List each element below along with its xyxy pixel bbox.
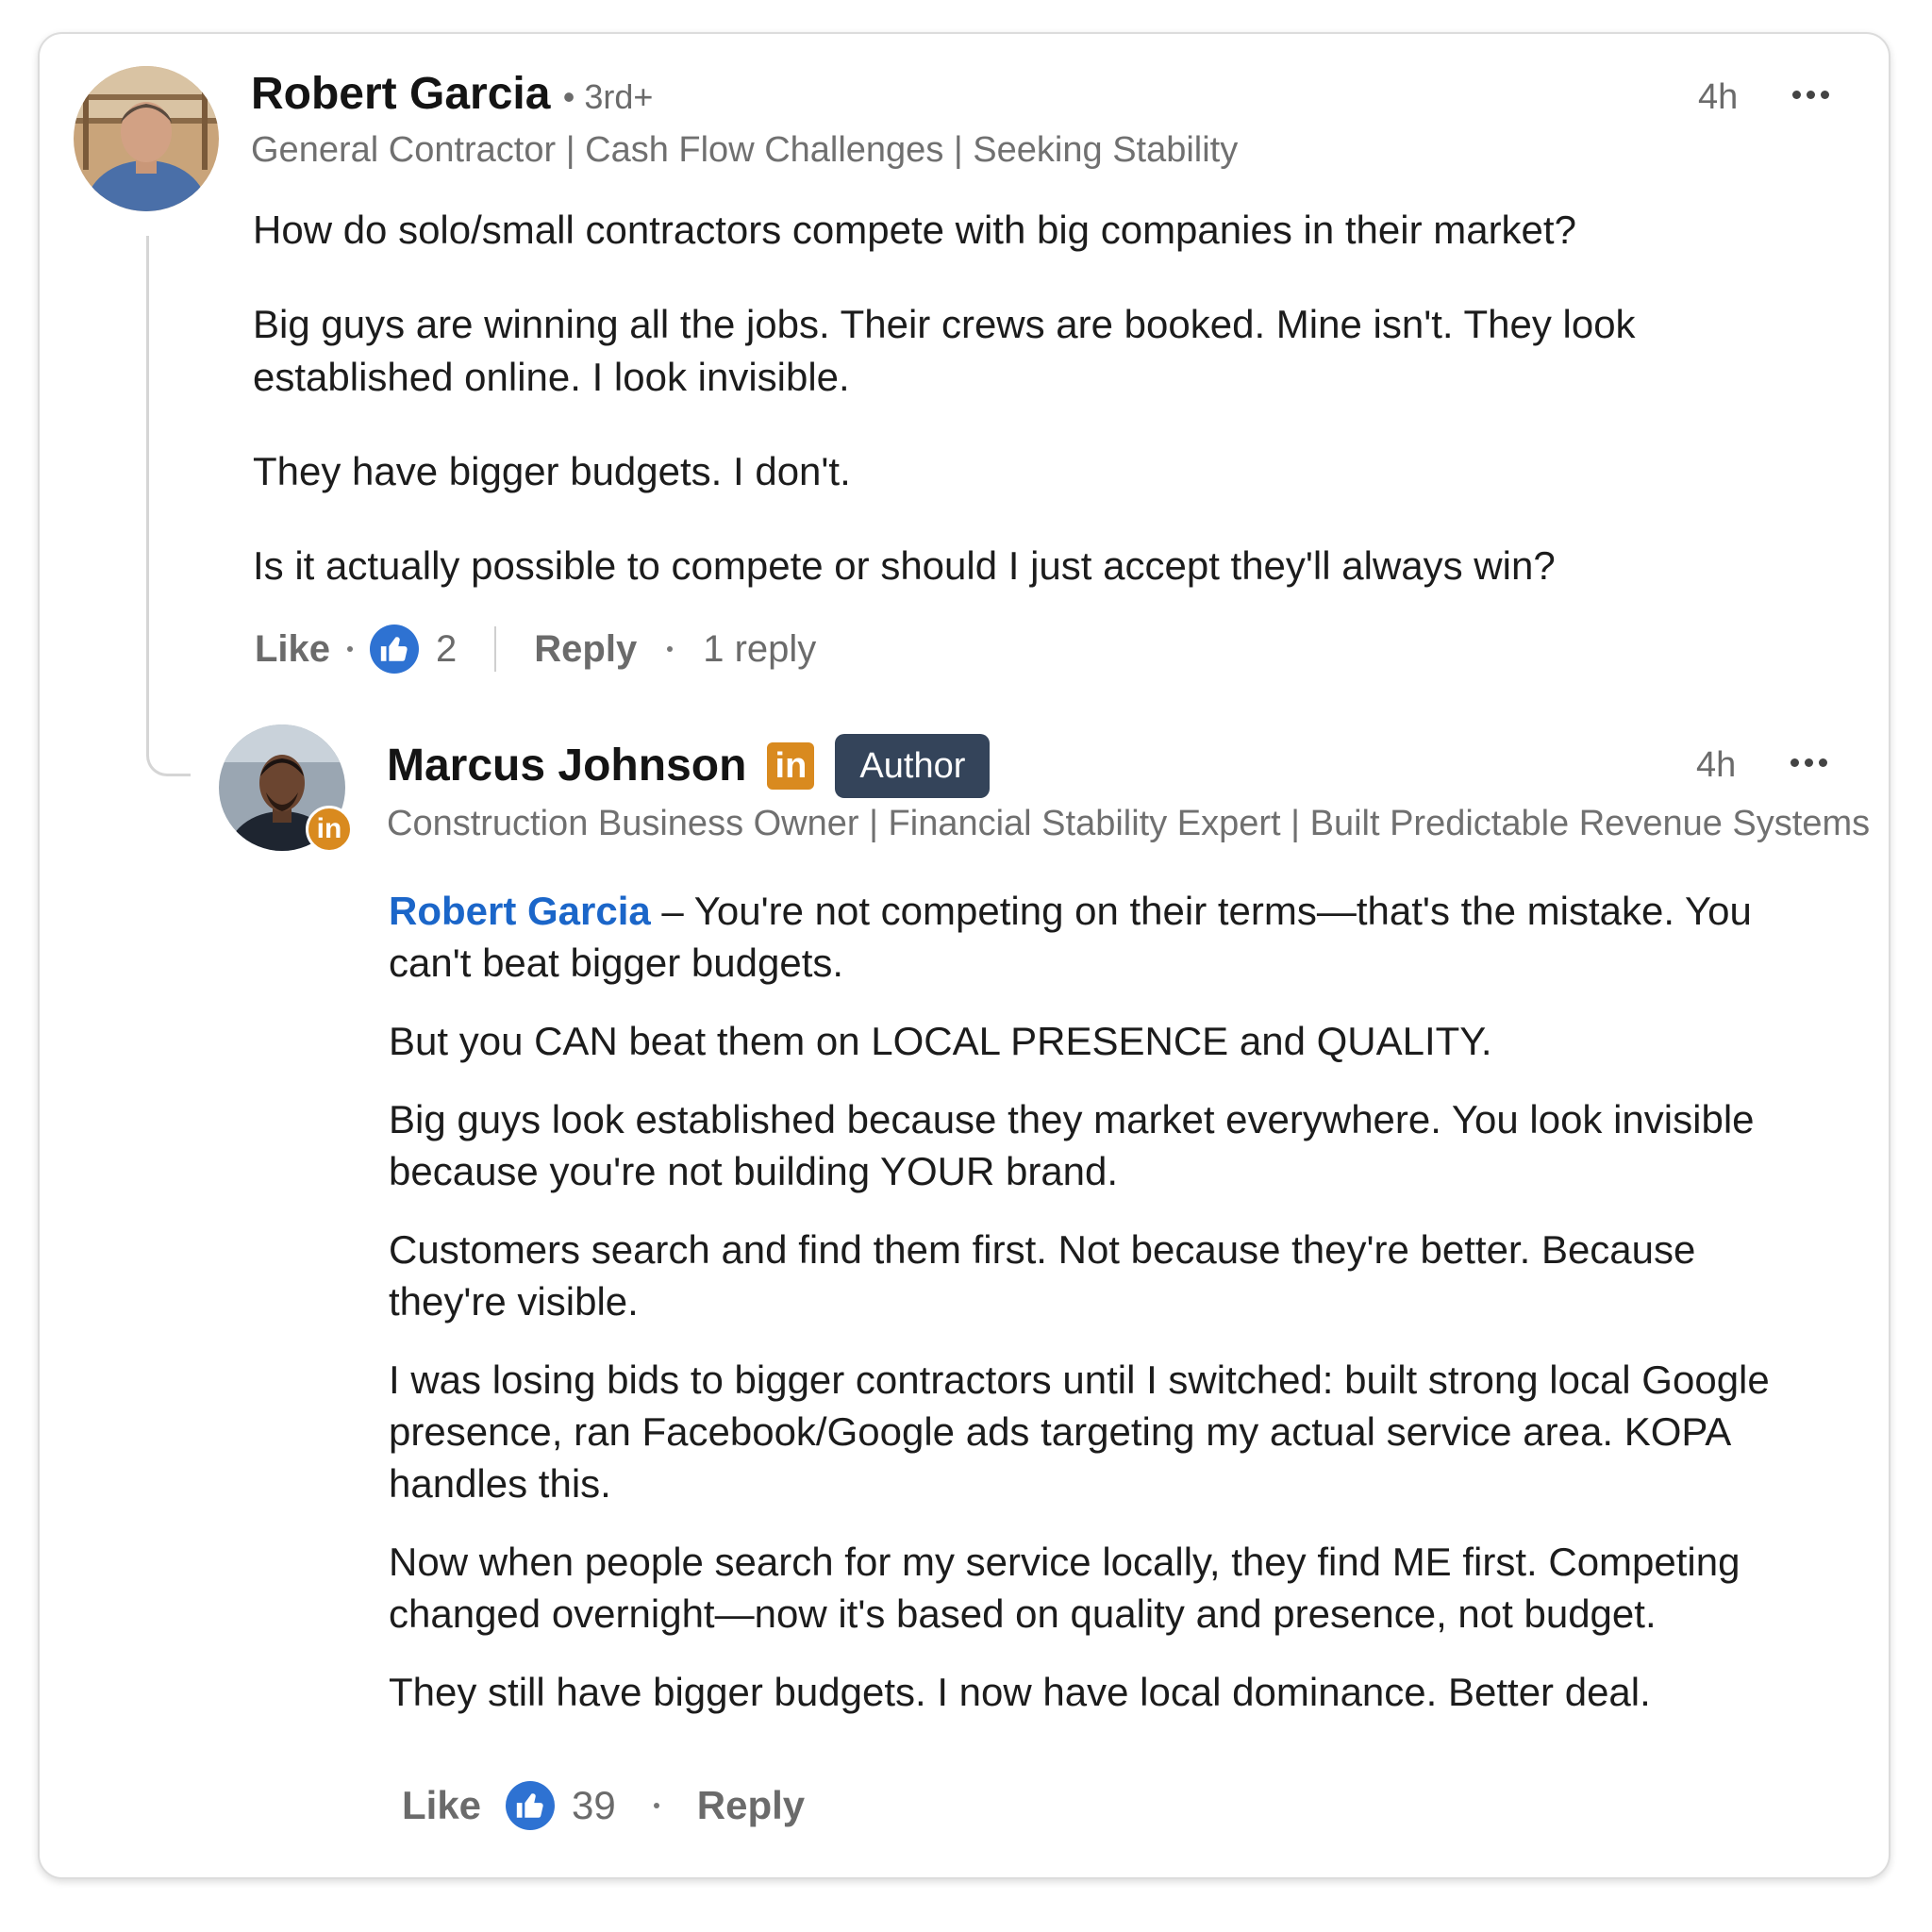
connection-degree: • 3rd+: [562, 77, 654, 116]
reply-count-link[interactable]: 1 reply: [703, 628, 816, 671]
reply-paragraph: Customers search and find them first. No…: [389, 1227, 1696, 1324]
separator-dot: [653, 1803, 659, 1808]
author-badge: Author: [835, 734, 991, 798]
like-button[interactable]: Like: [255, 628, 330, 671]
commenter-headline: General Contractor | Cash Flow Challenge…: [251, 130, 1239, 170]
thread-connector-line: [146, 236, 191, 776]
like-count: 2: [436, 627, 458, 670]
reply-paragraph: Now when people search for my service lo…: [389, 1540, 1740, 1636]
more-icon[interactable]: [1790, 758, 1827, 767]
comment-timestamp: 4h: [1698, 77, 1739, 117]
comment-paragraph: Is it actually possible to compete or sh…: [253, 543, 1556, 588]
reply-button[interactable]: Reply: [697, 1783, 805, 1828]
commenter-avatar[interactable]: [74, 66, 219, 211]
comment-paragraph: Big guys are winning all the jobs. Their…: [253, 302, 1636, 399]
like-button[interactable]: Like: [402, 1783, 481, 1828]
linkedin-icon: in: [306, 806, 353, 853]
reply-body: Robert Garcia – You're not competing on …: [389, 885, 1785, 1718]
mention-link[interactable]: Robert Garcia: [389, 889, 651, 933]
thumbs-up-icon: [370, 625, 420, 674]
comment-paragraph: How do solo/small contractors compete wi…: [253, 208, 1576, 252]
reply-paragraph: I was losing bids to bigger contractors …: [389, 1357, 1770, 1506]
replier-header: Marcus Johnson in Author: [387, 734, 991, 798]
reply-timestamp: 4h: [1696, 745, 1737, 785]
reply-paragraph: Robert Garcia – You're not competing on …: [389, 885, 1785, 989]
reply-button[interactable]: Reply: [534, 628, 637, 671]
reply-actions: Like 39 Reply: [402, 1779, 805, 1832]
thumbs-up-icon: [506, 1781, 556, 1830]
separator-dot: [667, 646, 674, 652]
divider: [494, 626, 497, 672]
reply-paragraph: But you CAN beat them on LOCAL PRESENCE …: [389, 1019, 1492, 1063]
replier-avatar[interactable]: in: [219, 724, 353, 853]
comment-paragraph: They have bigger budgets. I don't.: [253, 449, 851, 493]
commenter-header: Robert Garcia • 3rd+: [251, 68, 653, 124]
like-count: 39: [572, 1783, 616, 1827]
reply-paragraph: They still have bigger budgets. I now ha…: [389, 1670, 1651, 1714]
comment-body: How do solo/small contractors compete wi…: [253, 204, 1724, 592]
reply-paragraph: Big guys look established because they m…: [389, 1097, 1755, 1193]
more-icon[interactable]: [1792, 91, 1829, 99]
separator-dot: [347, 646, 354, 652]
replier-name[interactable]: Marcus Johnson: [387, 738, 746, 794]
comment-actions: Like 2 Reply 1 reply: [255, 623, 816, 675]
linkedin-icon: in: [767, 742, 815, 790]
commenter-name[interactable]: Robert Garcia: [251, 69, 550, 119]
replier-headline: Construction Business Owner | Financial …: [387, 804, 1871, 843]
